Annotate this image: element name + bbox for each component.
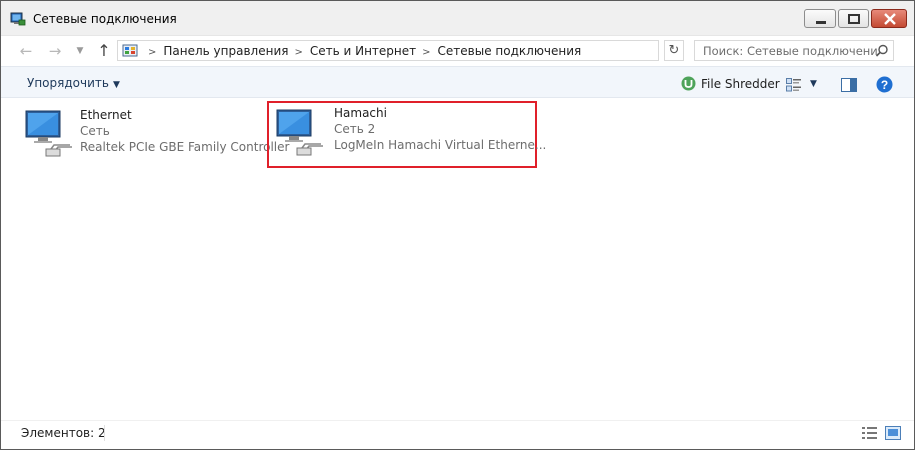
breadcrumb-network-connections[interactable]: Сетевые подключения bbox=[438, 44, 582, 58]
connection-network: Сеть bbox=[80, 124, 110, 138]
title-bar[interactable]: Сетевые подключения bbox=[1, 1, 914, 35]
details-view-icon[interactable] bbox=[862, 426, 878, 440]
breadcrumb-control-panel[interactable]: Панель управления bbox=[163, 44, 288, 58]
connection-adapter: Realtek PCIe GBE Family Controller bbox=[80, 140, 290, 154]
item-count: Элементов: 2 bbox=[21, 426, 106, 440]
recent-locations-chevron-icon[interactable]: ▼ bbox=[71, 42, 89, 60]
close-icon bbox=[884, 13, 896, 25]
connection-name: Ethernet bbox=[80, 108, 132, 122]
breadcrumb-network-internet[interactable]: Сеть и Интернет bbox=[310, 44, 416, 58]
network-connection-icon bbox=[275, 106, 327, 158]
control-panel-icon bbox=[122, 43, 138, 59]
organize-button[interactable]: Упорядочить ▼ bbox=[27, 76, 120, 90]
search-icon[interactable] bbox=[875, 44, 889, 58]
minimize-icon bbox=[816, 21, 826, 24]
connection-item-ethernet[interactable]: Ethernet Сеть Realtek PCIe GBE Family Co… bbox=[21, 103, 289, 167]
view-options-chevron-icon[interactable]: ▼ bbox=[810, 79, 817, 89]
file-shredder-icon bbox=[681, 76, 696, 91]
file-shredder-label: File Shredder bbox=[701, 77, 780, 91]
breadcrumb-separator-icon[interactable]: > bbox=[422, 47, 430, 58]
search-box[interactable] bbox=[694, 40, 894, 61]
help-icon[interactable]: ? bbox=[876, 76, 893, 93]
refresh-button[interactable]: ↻ bbox=[664, 40, 684, 61]
explorer-window: Сетевые подключения ← → ▼ ↑ > Панель упр… bbox=[0, 0, 915, 450]
maximize-button[interactable] bbox=[838, 9, 869, 28]
preview-pane-icon[interactable] bbox=[841, 78, 857, 92]
connection-item-hamachi[interactable]: Hamachi Сеть 2 LogMeIn Hamachi Virtual E… bbox=[267, 101, 546, 168]
change-view-icon[interactable] bbox=[786, 78, 802, 92]
connection-name: Hamachi bbox=[334, 106, 387, 120]
refresh-icon: ↻ bbox=[668, 43, 680, 58]
large-icons-view-icon[interactable] bbox=[885, 426, 901, 440]
window-title: Сетевые подключения bbox=[33, 12, 177, 26]
status-divider bbox=[104, 425, 105, 441]
back-arrow-icon[interactable]: ← bbox=[17, 42, 35, 60]
status-bar: Элементов: 2 bbox=[1, 420, 914, 449]
breadcrumb-separator-icon[interactable]: > bbox=[148, 47, 156, 58]
minimize-button[interactable] bbox=[804, 9, 836, 28]
chevron-down-icon: ▼ bbox=[112, 80, 120, 90]
up-arrow-icon[interactable]: ↑ bbox=[95, 42, 113, 60]
search-input[interactable] bbox=[695, 41, 879, 60]
connection-adapter: LogMeIn Hamachi Virtual Etherne... bbox=[334, 138, 547, 152]
breadcrumb-separator-icon[interactable]: > bbox=[294, 47, 302, 58]
close-button[interactable] bbox=[871, 9, 907, 28]
network-connection-icon bbox=[24, 107, 76, 159]
connections-list: Ethernet Сеть Realtek PCIe GBE Family Co… bbox=[1, 98, 914, 418]
forward-arrow-icon[interactable]: → bbox=[46, 42, 64, 60]
command-toolbar: Упорядочить ▼ File Shredder ▼ ? bbox=[1, 66, 914, 98]
organize-label: Упорядочить bbox=[27, 76, 109, 90]
address-bar[interactable]: > Панель управления > Сеть и Интернет > Сетев… bbox=[117, 40, 765, 61]
navigation-row: ← → ▼ ↑ > Панель управления > Сеть и Интерн… bbox=[1, 35, 914, 66]
svg-text:?: ? bbox=[881, 78, 888, 92]
connection-network: Сеть 2 bbox=[334, 122, 376, 136]
breadcrumb: > Панель управления > Сеть и Интернет > Сетев… bbox=[142, 44, 581, 58]
maximize-icon bbox=[848, 14, 860, 24]
network-connections-app-icon bbox=[10, 11, 26, 27]
